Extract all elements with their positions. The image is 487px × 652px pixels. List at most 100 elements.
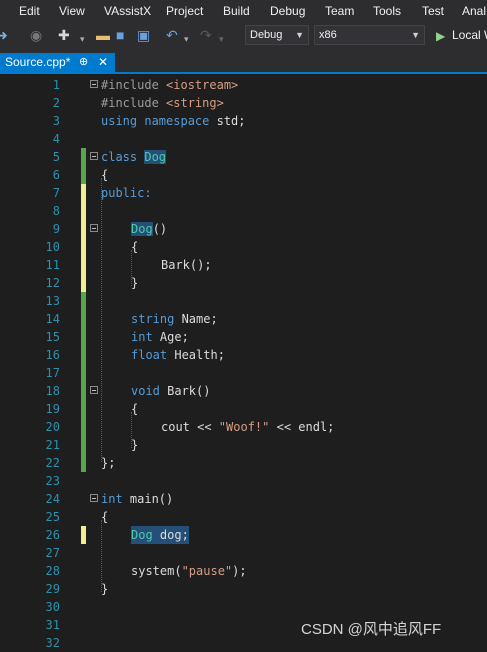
change-bar <box>81 418 86 436</box>
code-text: int Age; <box>131 330 189 344</box>
code-line: 27 <box>0 544 487 562</box>
change-bar <box>81 346 86 364</box>
code-text: class Dog <box>101 150 167 164</box>
code-text: }; <box>101 456 116 470</box>
change-bar <box>81 364 86 382</box>
undo-icon[interactable]: ↶ <box>166 27 178 43</box>
line-number: 3 <box>52 114 60 128</box>
code-line: 7 public: <box>0 184 487 202</box>
line-number: 22 <box>45 456 60 470</box>
code-text: public: <box>101 186 152 200</box>
tab-source-cpp[interactable]: Source.cpp* ⊕ ✕ <box>0 53 115 72</box>
code-line: 29 } <box>0 580 487 598</box>
line-number: 16 <box>45 348 60 362</box>
open-file-icon[interactable]: ▬ <box>96 27 110 43</box>
menu-edit[interactable]: Edit <box>19 4 40 18</box>
change-bar <box>81 328 86 346</box>
change-bar <box>81 166 86 184</box>
code-text: { <box>101 168 109 182</box>
line-number: 21 <box>45 438 60 452</box>
code-line: 10 { <box>0 238 487 256</box>
code-line: 8 <box>0 202 487 220</box>
line-number: 30 <box>45 600 60 614</box>
code-text: void Bark() <box>131 384 211 398</box>
code-line: 14 string Name; <box>0 310 487 328</box>
change-bar <box>81 382 86 400</box>
line-number: 6 <box>52 168 60 182</box>
code-text: } <box>131 438 139 452</box>
new-project-icon[interactable]: ✚ <box>58 27 70 43</box>
chevron-down-icon[interactable]: ▾ <box>80 31 85 47</box>
menu-view[interactable]: View <box>59 4 85 18</box>
collapse-icon[interactable] <box>90 80 98 88</box>
code-text: system("pause"); <box>131 564 247 578</box>
code-line: 25 { <box>0 508 487 526</box>
menu-project[interactable]: Project <box>166 4 203 18</box>
menu-team[interactable]: Team <box>325 4 354 18</box>
code-line: 21 } <box>0 436 487 454</box>
line-number: 25 <box>45 510 60 524</box>
code-editor[interactable]: 1 #include <iostream> 2 #include <string… <box>0 74 487 650</box>
change-bar <box>81 400 86 418</box>
menu-build[interactable]: Build <box>223 4 250 18</box>
code-line: 11 Bark(); <box>0 256 487 274</box>
code-text: { <box>131 240 139 254</box>
code-line: 15 int Age; <box>0 328 487 346</box>
save-all-icon[interactable]: ▣ <box>137 27 150 43</box>
collapse-icon[interactable] <box>90 224 98 232</box>
code-line: 30 <box>0 598 487 616</box>
redo-dropdown-icon[interactable]: ▾ <box>219 31 224 47</box>
watermark: CSDN @风中追风FF <box>301 621 442 638</box>
code-text: } <box>131 276 139 290</box>
collapse-icon[interactable] <box>90 386 98 394</box>
menu-tools[interactable]: Tools <box>373 4 401 18</box>
menu-debug[interactable]: Debug <box>270 4 305 18</box>
code-line: 28 system("pause"); <box>0 562 487 580</box>
undo-dropdown-icon[interactable]: ▾ <box>184 31 189 47</box>
change-bar <box>81 526 86 544</box>
code-text: Dog() <box>131 222 168 236</box>
start-debugging-icon[interactable]: ▶ <box>436 28 445 44</box>
menu-analyze[interactable]: Anal <box>462 4 486 18</box>
line-number: 15 <box>45 330 60 344</box>
code-line: 5 class Dog <box>0 148 487 166</box>
code-text: int main() <box>101 492 174 506</box>
save-icon[interactable]: ■ <box>116 27 124 43</box>
code-text: #include <string> <box>101 96 224 110</box>
start-debugging-label[interactable]: Local W <box>452 28 487 42</box>
collapse-icon[interactable] <box>90 152 98 160</box>
change-bar <box>81 454 86 472</box>
code-text: float Health; <box>131 348 225 362</box>
line-number: 29 <box>45 582 60 596</box>
code-line: 9 Dog() <box>0 220 487 238</box>
line-number: 12 <box>45 276 60 290</box>
redo-icon[interactable]: ↷ <box>200 27 212 43</box>
code-line: 19 { <box>0 400 487 418</box>
line-number: 7 <box>52 186 60 200</box>
line-number: 5 <box>52 150 60 164</box>
solution-configuration-select[interactable]: Debug ▼ <box>245 25 309 45</box>
close-icon[interactable]: ✕ <box>98 53 108 72</box>
line-number: 31 <box>45 618 60 632</box>
line-number: 18 <box>45 384 60 398</box>
code-line: 13 <box>0 292 487 310</box>
nav-circle-icon[interactable]: ◉ <box>30 27 42 43</box>
chevron-down-icon: ▼ <box>411 30 420 40</box>
pin-icon[interactable]: ⊕ <box>79 53 88 72</box>
change-bar <box>81 238 86 256</box>
code-line: 1 #include <iostream> <box>0 76 487 94</box>
line-number: 28 <box>45 564 60 578</box>
solution-platform-select[interactable]: x86 ▼ <box>314 25 425 45</box>
chevron-down-icon: ▼ <box>295 30 304 40</box>
menu-vassistx[interactable]: VAssistX <box>104 4 151 18</box>
code-line: 24 int main() <box>0 490 487 508</box>
collapse-icon[interactable] <box>90 494 98 502</box>
navigate-forward-icon[interactable]: ➜ <box>0 27 8 43</box>
code-line: 2 #include <string> <box>0 94 487 112</box>
code-text: using namespace std; <box>101 114 246 128</box>
code-line: 18 void Bark() <box>0 382 487 400</box>
menu-test[interactable]: Test <box>422 4 444 18</box>
line-number: 24 <box>45 492 60 506</box>
line-number: 4 <box>52 132 60 146</box>
code-text: } <box>101 582 109 596</box>
